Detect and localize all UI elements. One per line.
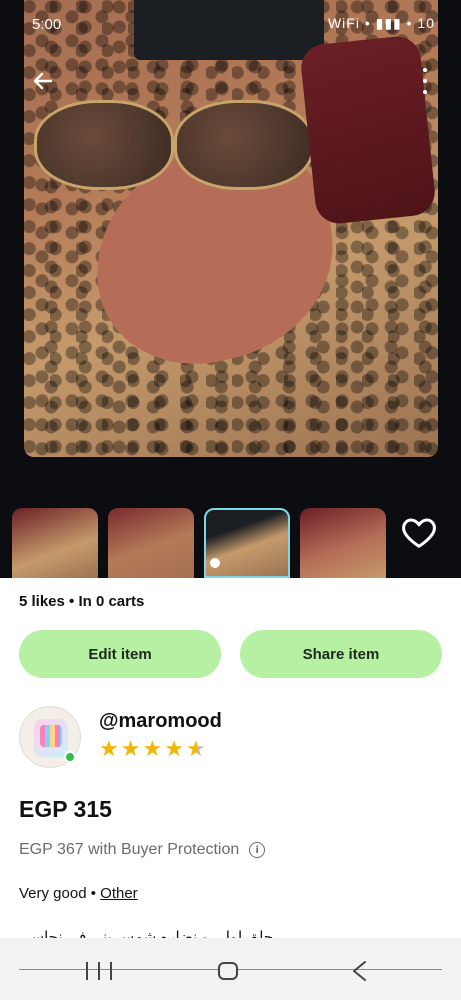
more-options-button[interactable] xyxy=(421,68,429,94)
star-icon: ★ xyxy=(164,737,184,762)
avatar-image xyxy=(34,719,68,757)
condition-separator: • xyxy=(86,885,101,902)
thumbnail-4[interactable] xyxy=(300,508,386,578)
thumbnail-2[interactable] xyxy=(108,508,194,578)
star-icon: ★ xyxy=(99,737,119,762)
seller-rating: ★ ★ ★ ★ ★ xyxy=(99,739,206,761)
half-star-icon: ★ xyxy=(185,737,206,762)
price: EGP 315 xyxy=(19,796,112,822)
nav-recents-icon[interactable] xyxy=(86,962,112,980)
condition-label: Very good xyxy=(19,885,87,902)
more-vertical-icon-dot xyxy=(423,79,427,83)
photo-lens-left xyxy=(34,100,174,190)
seller-username[interactable]: @maromood xyxy=(99,710,222,733)
star-icon: ★ xyxy=(142,737,163,762)
thumbnail-1[interactable] xyxy=(12,508,98,578)
info-icon[interactable]: i xyxy=(249,842,266,858)
back-arrow-icon xyxy=(33,72,53,90)
edit-item-button[interactable]: Edit item xyxy=(19,630,221,678)
nav-home-icon[interactable] xyxy=(218,962,238,980)
nav-back-icon[interactable] xyxy=(350,960,368,982)
category-link[interactable]: Other xyxy=(100,885,138,902)
system-nav-bar xyxy=(0,938,461,1000)
photo-case xyxy=(298,34,438,226)
buyer-protection: EGP 367 with Buyer Protection i xyxy=(19,841,266,859)
online-status-dot xyxy=(64,751,76,763)
back-button[interactable] xyxy=(28,66,58,96)
photo-lens-right xyxy=(174,100,314,190)
heart-icon xyxy=(402,518,436,549)
seller-row[interactable]: @maromood ★ ★ ★ ★ ★ xyxy=(19,706,439,770)
product-photo[interactable] xyxy=(24,0,438,457)
buyer-protection-text: EGP 367 with Buyer Protection xyxy=(19,841,240,858)
likes-carts-stats: 5 likes • In 0 carts xyxy=(19,593,145,610)
star-icon: ★ xyxy=(120,737,141,762)
like-button[interactable] xyxy=(399,512,439,552)
thumbnail-3[interactable] xyxy=(204,508,290,578)
listing-content: 5 likes • In 0 carts Edit item Share ite… xyxy=(0,578,461,946)
more-vertical-icon xyxy=(423,68,427,72)
photo-area: 5:00 WiFi • ▮▮▮ • 10 xyxy=(0,0,461,500)
thumbnail-strip xyxy=(0,500,461,578)
selected-indicator xyxy=(210,558,220,568)
share-item-button[interactable]: Share item xyxy=(240,630,442,678)
condition-row: Very good • Other xyxy=(19,885,138,902)
photo-box xyxy=(134,0,324,60)
status-icons: WiFi • ▮▮▮ • 10 xyxy=(327,15,435,31)
more-vertical-icon-dot xyxy=(423,90,427,94)
status-time: 5:00 xyxy=(32,16,62,33)
